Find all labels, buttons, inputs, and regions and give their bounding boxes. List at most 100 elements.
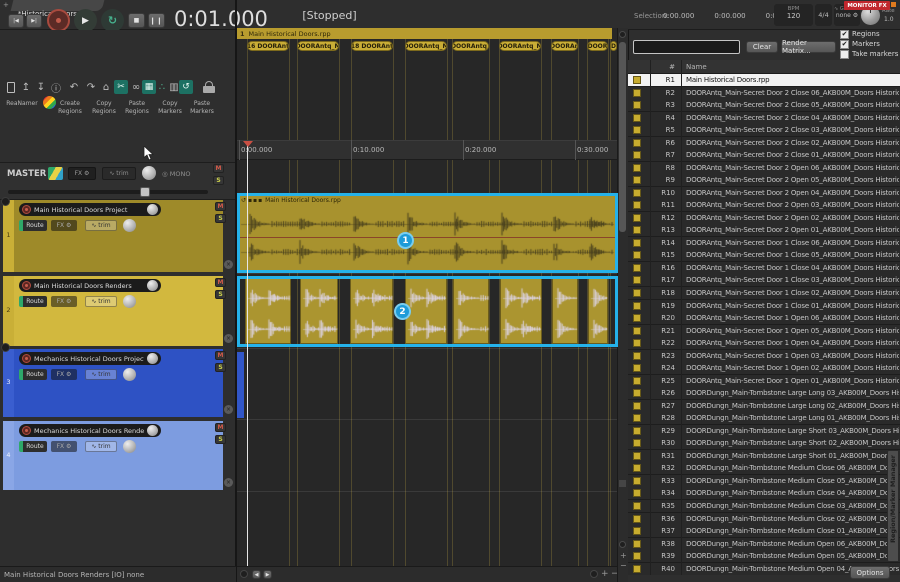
track-trim-button[interactable]: ∿ trim <box>85 220 117 231</box>
region-color-swatch[interactable] <box>633 251 641 259</box>
track-route-button[interactable]: Route <box>19 441 47 452</box>
track-pan-knob[interactable] <box>123 219 136 232</box>
region-color-swatch[interactable] <box>633 477 641 485</box>
region-row-R24[interactable]: R24DOORAntq_Main-Secret Door 1 Open 02_A… <box>628 362 900 375</box>
region-color-swatch[interactable] <box>633 276 641 284</box>
region-color-swatch[interactable] <box>633 126 641 134</box>
region-pill[interactable]: DOORAntq_ <box>452 41 489 51</box>
checkbox-regions[interactable]: ✔Regions <box>840 29 900 39</box>
selection-value[interactable]: 0:00.000 <box>663 12 694 20</box>
split-items-icon[interactable]: ✂ <box>114 80 128 94</box>
region-row-R36[interactable]: R36DOORDungn_Main-Tombstone Medium Close… <box>628 513 900 526</box>
region-row-R9[interactable]: R9DOORAntq_Main-Secret Door 2 Open 05_AK… <box>628 174 900 187</box>
region-row-R18[interactable]: R18DOORAntq_Main-Secret Door 1 Close 02_… <box>628 287 900 300</box>
track-header[interactable]: Mechanics Historical Doors Renders <box>19 424 161 437</box>
region-row-R2[interactable]: R2DOORAntq_Main-Secret Door 2 Close 06_A… <box>628 87 900 100</box>
region-color-swatch[interactable] <box>633 352 641 360</box>
region-row-R38[interactable]: R38DOORDungn_Main-Tombstone Medium Open … <box>628 538 900 551</box>
region-row-R17[interactable]: R17DOORAntq_Main-Secret Door 1 Close 03_… <box>628 274 900 287</box>
region-color-swatch[interactable] <box>633 527 641 535</box>
stop-button[interactable]: ■ <box>128 13 145 28</box>
gear-icon[interactable]: ⚙ <box>853 12 858 19</box>
track-group-collapse-2[interactable] <box>1 343 10 352</box>
track-fx-button[interactable]: FX ⚙ <box>51 296 77 307</box>
region-pill[interactable]: DOORAntq_M <box>499 41 541 51</box>
arrange-vscroll-thumb[interactable] <box>619 42 626 232</box>
redo-icon[interactable]: ↷ <box>84 80 98 94</box>
track-pan-knob[interactable] <box>123 295 136 308</box>
track-solo-button[interactable]: S <box>215 214 226 223</box>
edit-cursor-marker[interactable] <box>243 141 253 147</box>
region-row-R19[interactable]: R19DOORAntq_Main-Secret Door 1 Close 01_… <box>628 300 900 313</box>
project-region-bar[interactable]: 1 Main Historical Doors.rpp <box>237 28 612 39</box>
region-color-swatch[interactable] <box>633 176 641 184</box>
master-pan-handle[interactable] <box>140 187 150 197</box>
region-row-R20[interactable]: R20DOORAntq_Main-Secret Door 1 Open 06_A… <box>628 312 900 325</box>
region-row-R6[interactable]: R6DOORAntq_Main-Secret Door 2 Close 02_A… <box>628 137 900 150</box>
master-fx-button[interactable]: FX ⚙ <box>68 167 96 180</box>
region-color-swatch[interactable] <box>633 427 641 435</box>
region-row-R28[interactable]: R28DOORDungn_Main-Tombstone Large Long 0… <box>628 412 900 425</box>
region-row-R15[interactable]: R15DOORAntq_Main-Secret Door 1 Close 05_… <box>628 249 900 262</box>
region-color-swatch[interactable] <box>633 464 641 472</box>
region-row-R23[interactable]: R23DOORAntq_Main-Secret Door 1 Open 03_A… <box>628 350 900 363</box>
vzoom-out-button[interactable]: − <box>620 561 627 570</box>
track-trim-button[interactable]: ∿ trim <box>85 296 117 307</box>
track-record-arm-button[interactable] <box>22 281 31 290</box>
hzoom-in-button[interactable]: + <box>601 569 609 579</box>
region-color-swatch[interactable] <box>633 552 641 560</box>
render-matrix-button[interactable]: Render Matrix... <box>781 41 836 53</box>
new-file-icon[interactable] <box>4 80 18 94</box>
scroll-right-button[interactable]: ▶ <box>263 570 272 579</box>
column-number[interactable]: # <box>642 63 675 71</box>
arrange-vscroll-top-button[interactable] <box>619 31 626 38</box>
region-row-R34[interactable]: R34DOORDungn_Main-Tombstone Medium Close… <box>628 487 900 500</box>
region-color-swatch[interactable] <box>633 515 641 523</box>
go-to-start-button[interactable]: |◀ <box>8 14 24 28</box>
play-button[interactable]: ▶ <box>74 9 97 32</box>
region-color-swatch[interactable] <box>633 201 641 209</box>
master-mute-button[interactable]: M <box>213 164 224 173</box>
track-panel-2[interactable]: 2Main Historical Doors RendersRouteFX ⚙∿… <box>3 276 234 346</box>
region-row-R21[interactable]: R21DOORAntq_Main-Secret Door 1 Open 05_A… <box>628 325 900 338</box>
time-signature-box[interactable]: 4/4 <box>815 4 832 26</box>
track-record-arm-button[interactable] <box>22 205 31 214</box>
undo-icon[interactable]: ↶ <box>67 80 81 94</box>
track-header[interactable]: Main Historical Doors Renders <box>19 279 161 292</box>
track-route-button[interactable]: Route <box>19 369 47 380</box>
export-icon[interactable]: ↧ <box>34 80 48 94</box>
region-row-R5[interactable]: R5DOORAntq_Main-Secret Door 2 Close 03_A… <box>628 124 900 137</box>
region-color-swatch[interactable] <box>633 364 641 372</box>
dock-tab[interactable]: Region/Marker Manager <box>887 450 899 562</box>
region-row-R14[interactable]: R14DOORAntq_Main-Secret Door 1 Close 06_… <box>628 237 900 250</box>
master-route-button[interactable] <box>48 167 63 180</box>
track-volume-knob[interactable] <box>147 353 158 364</box>
track-fx-bypass-icon[interactable]: × <box>224 334 233 343</box>
vzoom-reset-button[interactable] <box>619 541 626 548</box>
region-row-R16[interactable]: R16DOORAntq_Main-Secret Door 1 Close 04_… <box>628 262 900 275</box>
region-pill[interactable]: DOORAn <box>551 41 578 51</box>
region-color-swatch[interactable] <box>633 339 641 347</box>
checkbox-box[interactable]: ✔ <box>840 40 849 49</box>
region-row-R32[interactable]: R32DOORDungn_Main-Tombstone Medium Close… <box>628 462 900 475</box>
region-color-swatch[interactable] <box>633 101 641 109</box>
master-trim-button[interactable]: ∿ trim <box>102 167 136 180</box>
track-fx-bypass-icon[interactable]: × <box>224 405 233 414</box>
region-row-R1[interactable]: R1Main Historical Doors.rpp <box>628 74 900 87</box>
track-panel-1[interactable]: 1Main Historical Doors ProjectRouteFX ⚙∿… <box>3 200 234 272</box>
region-color-swatch[interactable] <box>633 377 641 385</box>
track-volume-knob[interactable] <box>147 425 158 436</box>
create-regions-icon[interactable]: ▦ <box>142 80 156 94</box>
link-icon[interactable]: ∞ <box>129 80 143 94</box>
region-row-R30[interactable]: R30DOORDungn_Main-Tombstone Large Short … <box>628 437 900 450</box>
region-color-swatch[interactable] <box>633 289 641 297</box>
media-item-track3-sliver[interactable] <box>237 352 244 418</box>
track-mute-button[interactable]: M <box>215 351 226 360</box>
region-row-R29[interactable]: R29DOORDungn_Main-Tombstone Large Short … <box>628 425 900 438</box>
region-color-swatch[interactable] <box>633 389 641 397</box>
monitor-fx-badge[interactable]: MONITOR FX <box>844 1 890 10</box>
master-pan-slider[interactable] <box>8 190 208 194</box>
region-color-swatch[interactable] <box>633 452 641 460</box>
master-volume-knob[interactable] <box>142 166 156 180</box>
checkbox-take-markers[interactable]: Take markers <box>840 49 900 59</box>
